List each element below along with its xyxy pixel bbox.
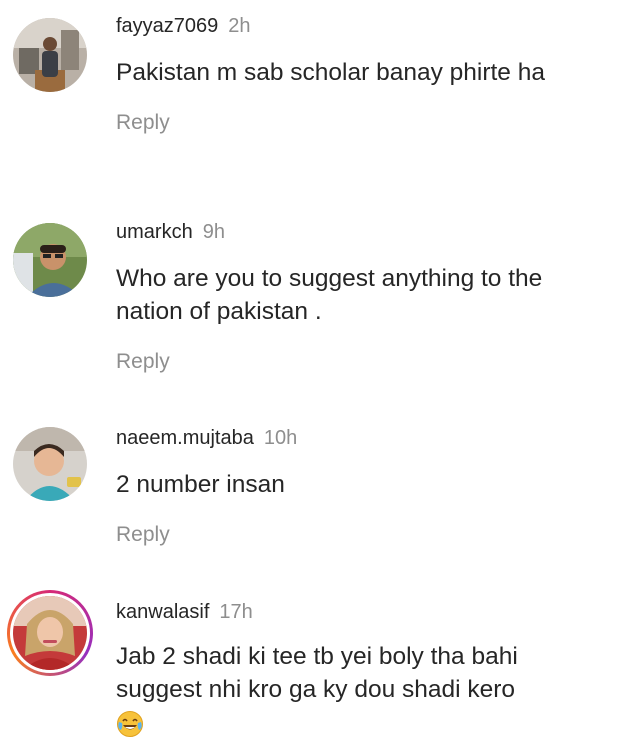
comment-meta: fayyaz7069 2h xyxy=(116,12,599,40)
username[interactable]: naeem.mujtaba xyxy=(116,427,254,449)
username[interactable]: kanwalasif xyxy=(116,601,209,623)
comment-meta: umarkch 9h xyxy=(116,218,599,246)
avatar-story-ring[interactable] xyxy=(7,590,93,676)
user-photo-icon xyxy=(13,596,87,670)
user-photo-icon xyxy=(13,18,87,92)
comment-text-content: Jab 2 shadi ki tee tb yei boly tha bahi … xyxy=(116,643,518,703)
timestamp: 2h xyxy=(228,15,251,37)
timestamp: 9h xyxy=(202,221,225,243)
comment-text: Who are you to suggest anything to the n… xyxy=(116,265,543,325)
username[interactable]: fayyaz7069 xyxy=(116,15,218,37)
reply-button[interactable]: Reply xyxy=(116,348,170,376)
user-photo-icon xyxy=(13,427,87,501)
reply-button[interactable]: Reply xyxy=(116,521,170,549)
user-photo-icon xyxy=(13,223,87,297)
comment-text: 2 number insan xyxy=(116,471,285,498)
timestamp: 17h xyxy=(219,601,253,623)
username[interactable]: umarkch xyxy=(116,221,193,243)
comment-meta: naeem.mujtaba 10h xyxy=(116,424,599,452)
face-with-tears-of-joy-icon xyxy=(116,710,144,738)
timestamp: 10h xyxy=(263,427,298,449)
comment-meta: kanwalasif 17h xyxy=(116,598,599,626)
avatar[interactable] xyxy=(13,223,87,297)
avatar[interactable] xyxy=(13,427,87,501)
reply-button[interactable]: Reply xyxy=(116,109,170,137)
avatar xyxy=(10,593,90,673)
comment-text: Pakistan m sab scholar banay phirte ha xyxy=(116,59,545,86)
avatar[interactable] xyxy=(13,18,87,92)
comment-text: Jab 2 shadi ki tee tb yei boly tha bahi … xyxy=(116,640,599,739)
